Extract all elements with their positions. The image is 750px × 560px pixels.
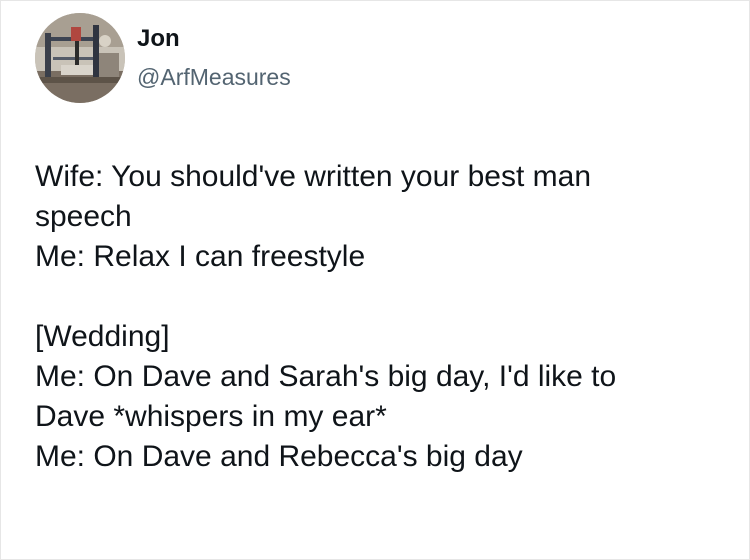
tweet-line: Wife: You should've written your best ma… bbox=[35, 160, 592, 193]
user-handle[interactable]: @ArfMeasures bbox=[137, 62, 291, 92]
tweet-line: Me: On Dave and Rebecca's big day bbox=[35, 440, 523, 473]
tweet-line: speech bbox=[35, 200, 132, 233]
display-name[interactable]: Jon bbox=[137, 24, 291, 54]
tweet-line: Dave *whispers in my ear* bbox=[35, 400, 387, 433]
avatar-image bbox=[35, 13, 125, 103]
tweet-card: Jon @ArfMeasures Wife: You should've wri… bbox=[0, 0, 750, 560]
tweet-text: Wife: You should've written your best ma… bbox=[35, 157, 735, 477]
tweet-line: [Wedding] bbox=[35, 320, 170, 353]
tweet-header: Jon @ArfMeasures bbox=[35, 11, 291, 105]
tweet-line: Me: Relax I can freestyle bbox=[35, 240, 366, 273]
avatar[interactable] bbox=[35, 13, 125, 103]
author-names: Jon @ArfMeasures bbox=[137, 24, 291, 92]
tweet-line: Me: On Dave and Sarah's big day, I'd lik… bbox=[35, 360, 617, 393]
